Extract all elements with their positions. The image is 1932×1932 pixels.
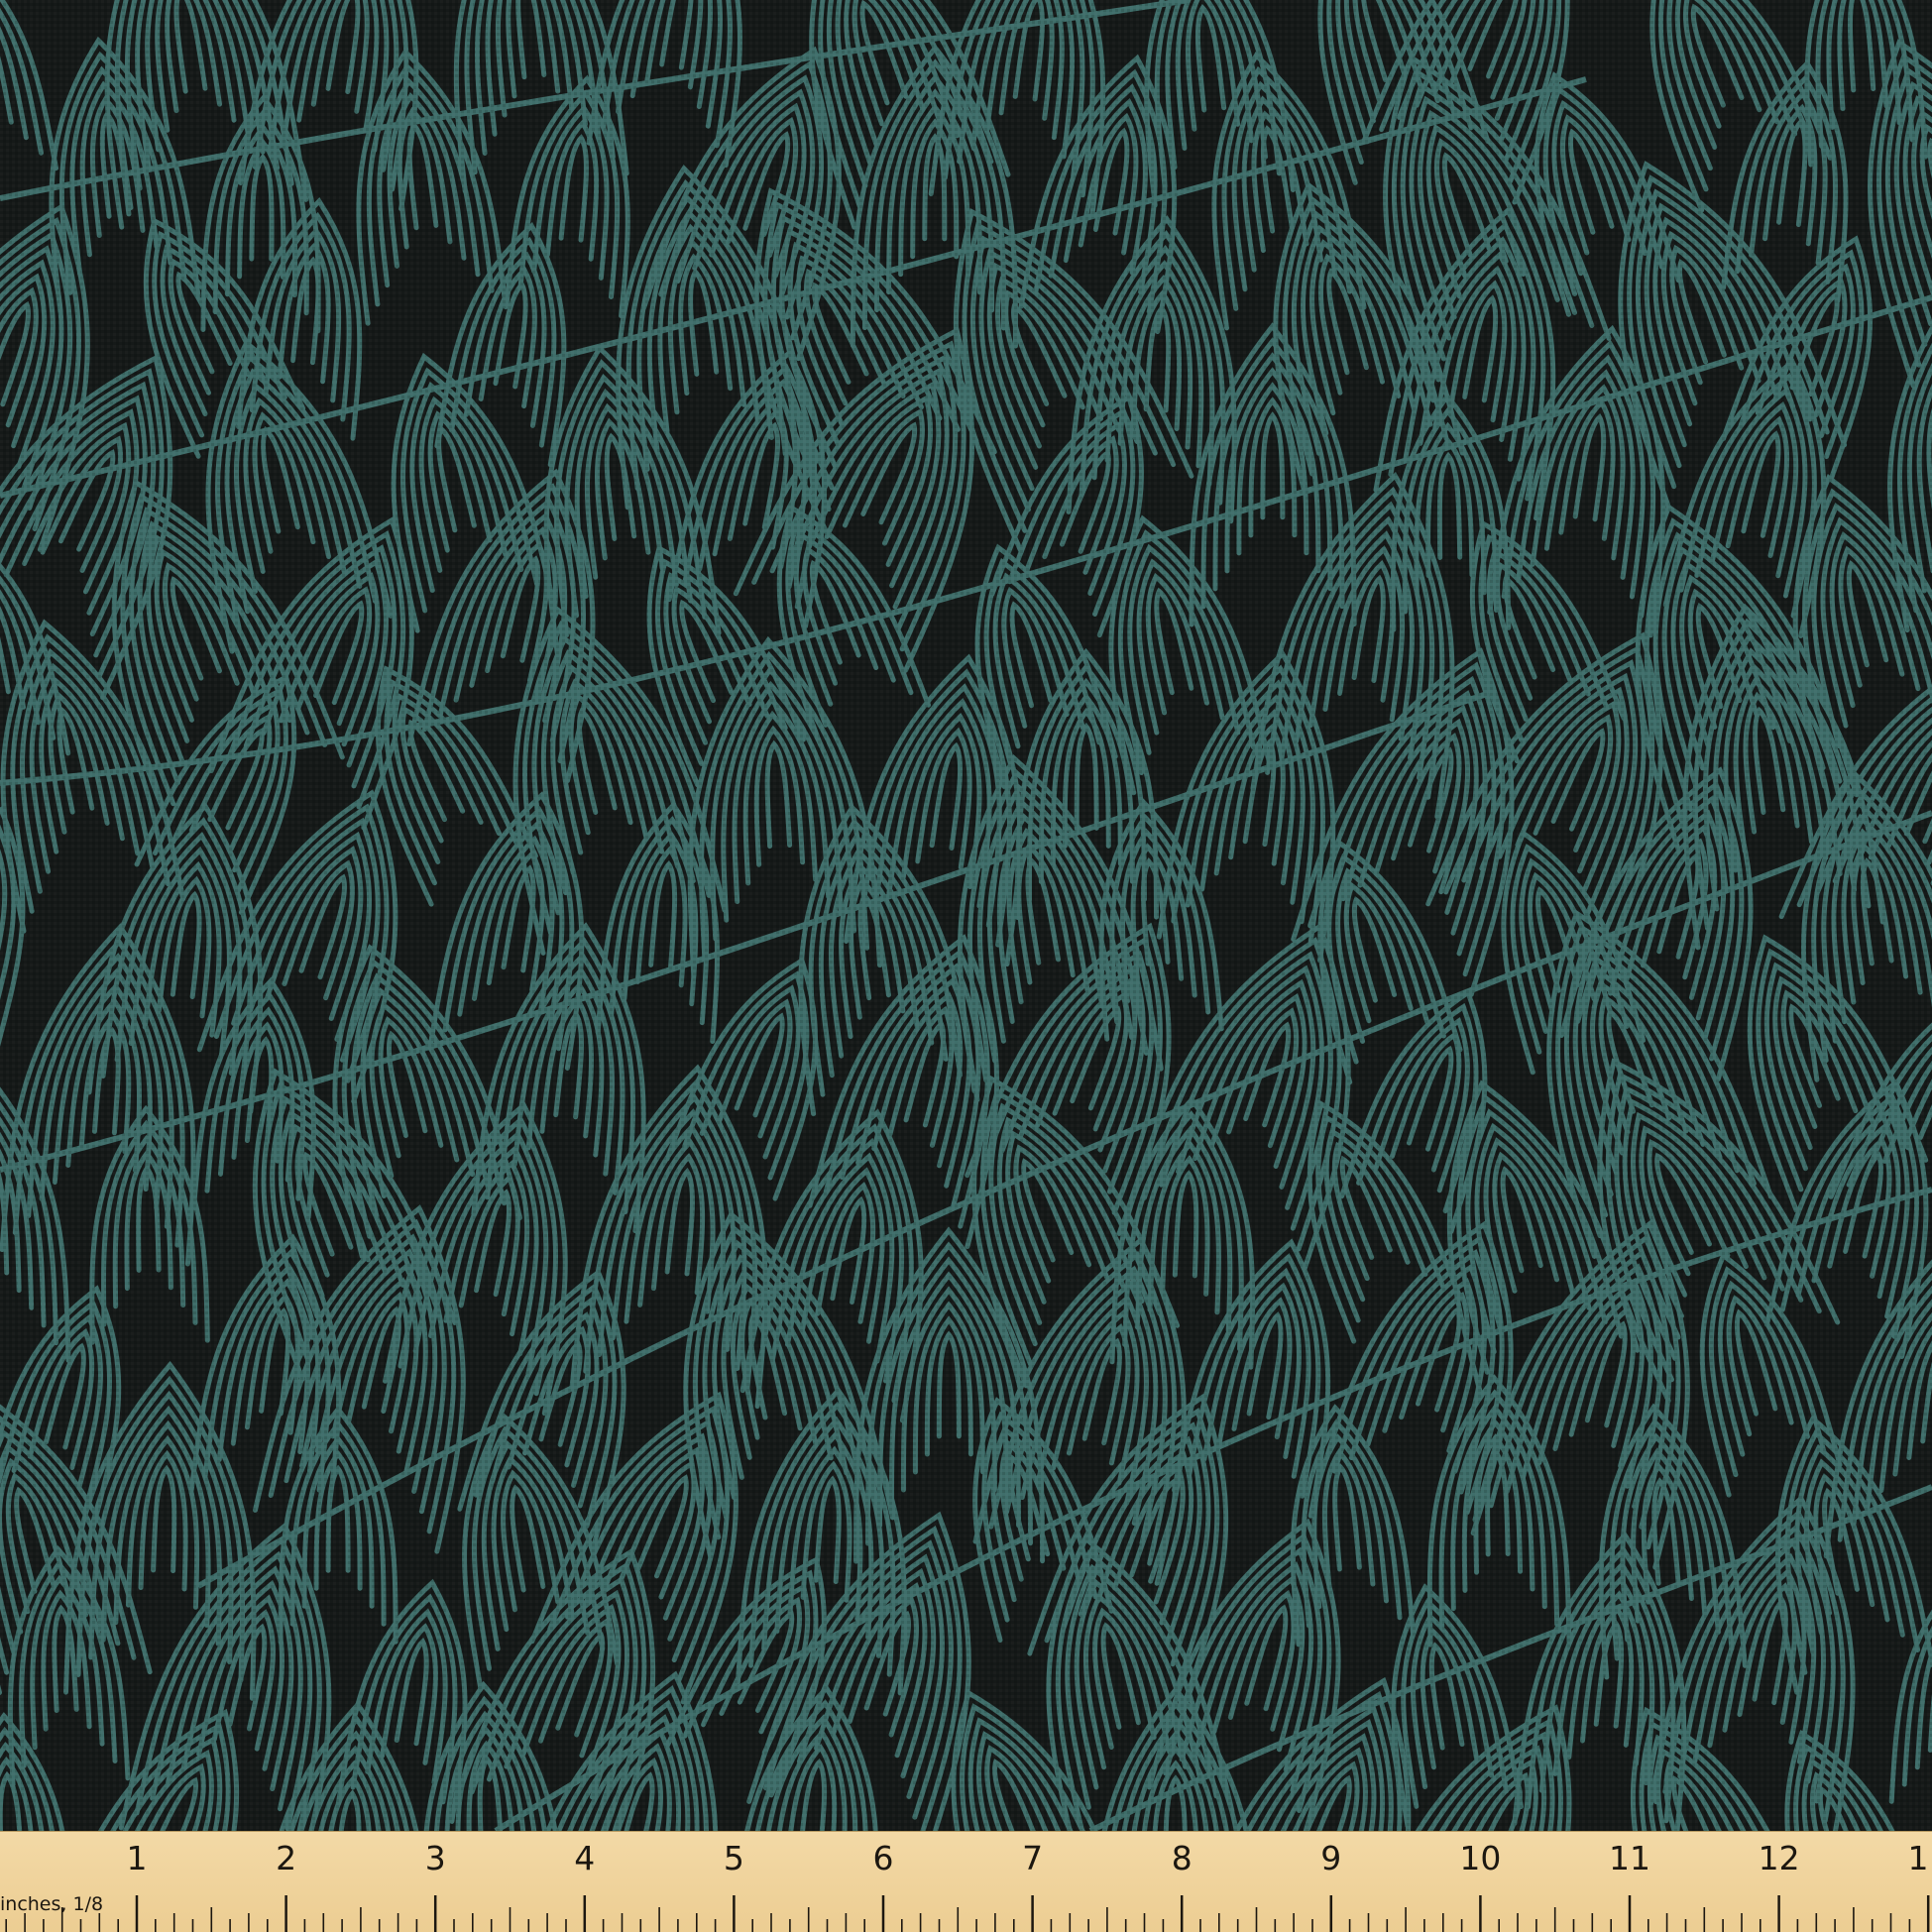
ruler-number: 12	[1758, 1839, 1800, 1877]
ruler-number: 1	[1907, 1839, 1929, 1877]
ruler-number: 5	[723, 1839, 744, 1877]
ruler-number: 9	[1320, 1839, 1342, 1877]
ruler-number: 11	[1609, 1839, 1650, 1877]
ruler-number: 7	[1022, 1839, 1044, 1877]
fabric-swatch	[0, 0, 1932, 1831]
measuring-ruler: 1 2 3 4 5 6 7 8 9 10 11 12 1 inches, 1/8	[0, 1831, 1932, 1932]
ruler-number: 4	[574, 1839, 596, 1877]
fabric-pattern	[0, 0, 1932, 1831]
ruler-number: 10	[1459, 1839, 1502, 1877]
ruler-number: 8	[1171, 1839, 1193, 1877]
ruler-number: 6	[872, 1839, 894, 1877]
ruler-unit-label: inches, 1/8	[0, 1893, 104, 1915]
ruler-number: 2	[276, 1839, 297, 1877]
ruler-number: 1	[126, 1839, 148, 1877]
ruler-number: 3	[424, 1839, 446, 1877]
product-image: 1 2 3 4 5 6 7 8 9 10 11 12 1 inches, 1/8	[0, 0, 1932, 1932]
